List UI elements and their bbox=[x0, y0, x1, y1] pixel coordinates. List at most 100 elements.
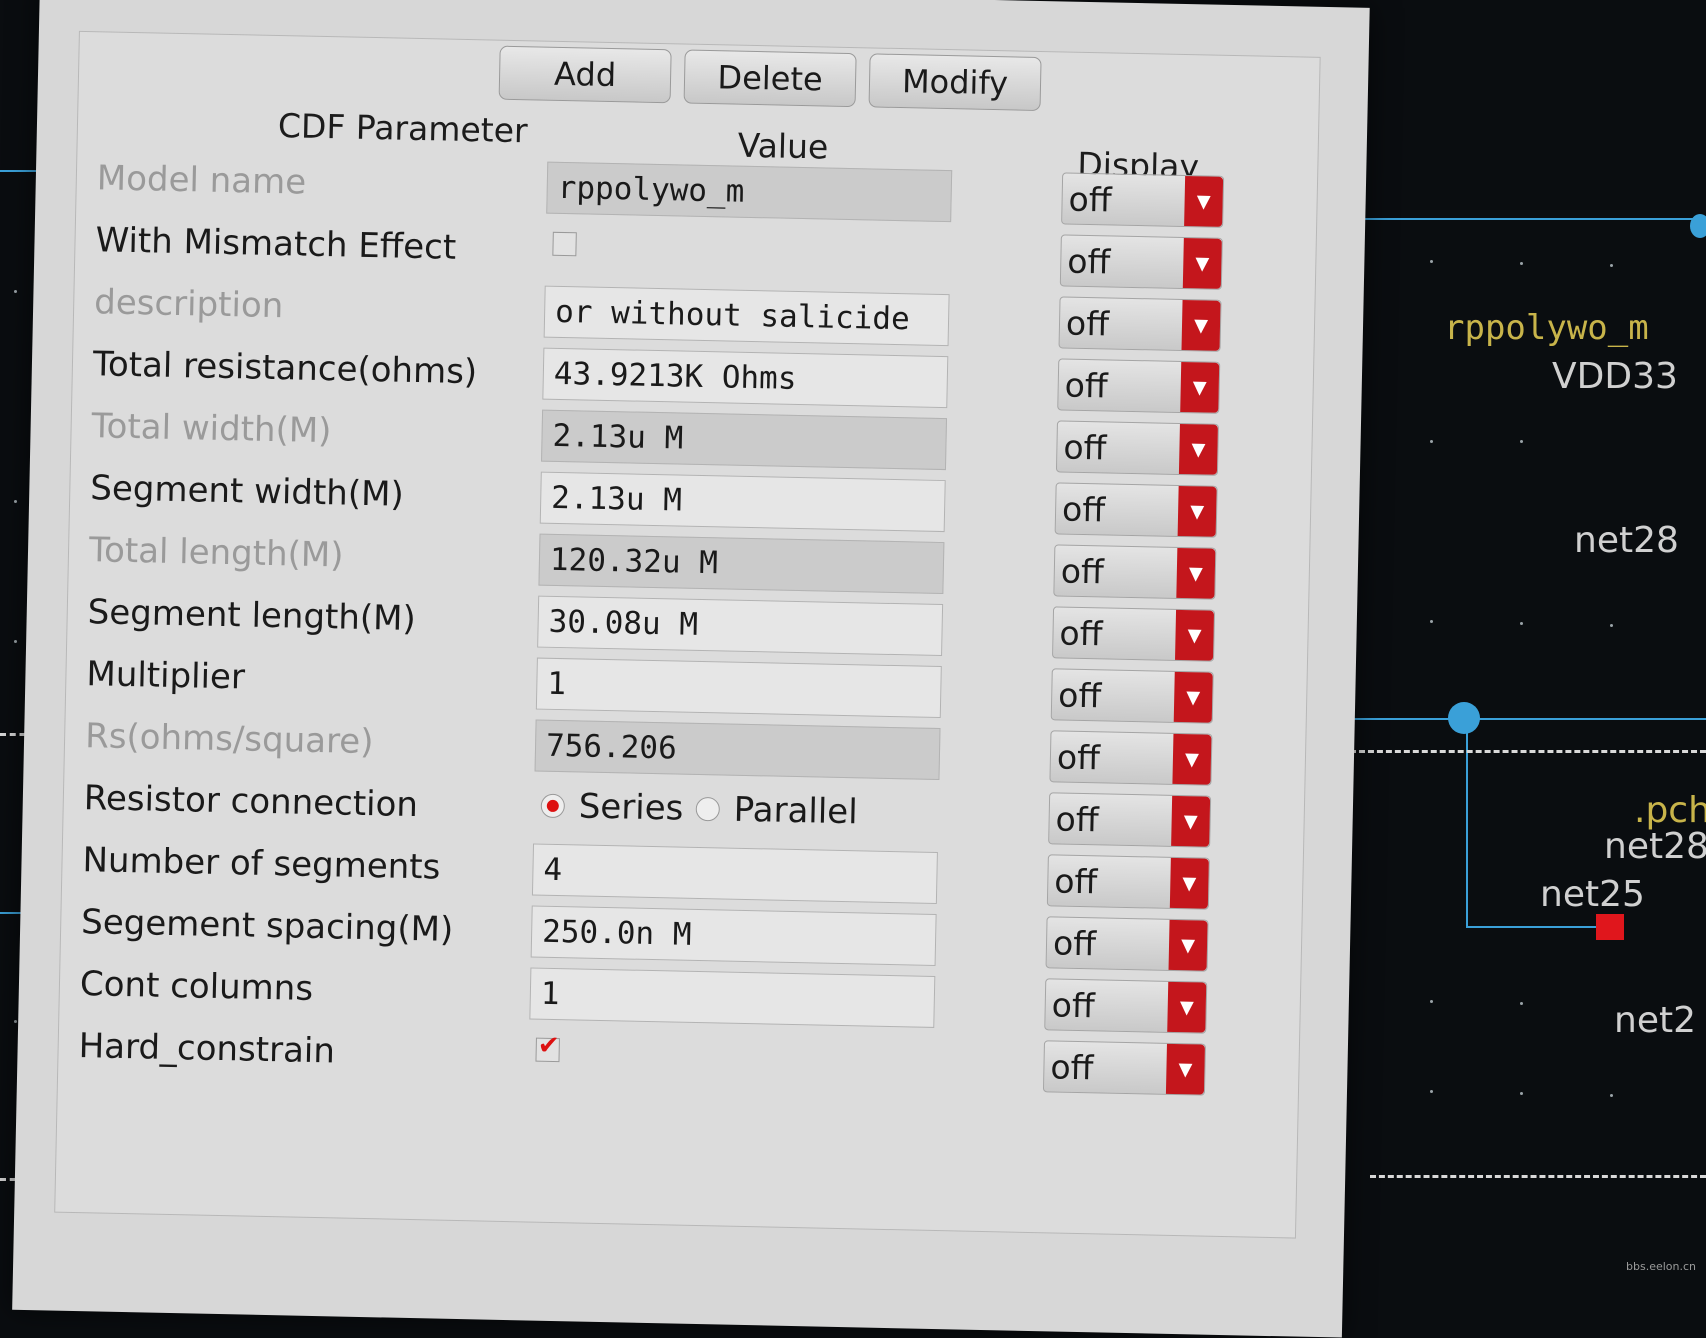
series-radio[interactable] bbox=[540, 793, 566, 819]
display-value: off bbox=[1056, 737, 1101, 778]
grid-dot bbox=[14, 640, 17, 643]
param-label: Total length(M) bbox=[88, 530, 344, 576]
grid-dot bbox=[1430, 260, 1433, 263]
display-value: off bbox=[1052, 923, 1097, 964]
param-label: Segment width(M) bbox=[89, 468, 405, 515]
grid-dot bbox=[14, 290, 17, 293]
number-of-segments-field[interactable]: 4 bbox=[531, 843, 938, 904]
wire bbox=[1350, 718, 1706, 720]
wire bbox=[1330, 218, 1706, 220]
cont-columns-field[interactable]: 1 bbox=[529, 967, 936, 1028]
dropdown-arrow-icon[interactable]: ▼ bbox=[1184, 176, 1224, 227]
display-value: off bbox=[1057, 675, 1102, 716]
display-select[interactable]: off ▼ bbox=[1053, 544, 1217, 600]
display-select[interactable]: off ▼ bbox=[1057, 358, 1221, 414]
dropdown-arrow-icon[interactable]: ▼ bbox=[1176, 547, 1216, 599]
param-label: Multiplier bbox=[86, 654, 246, 698]
param-label: Hard_constrain bbox=[78, 1026, 336, 1072]
dropdown-arrow-icon[interactable]: ▼ bbox=[1182, 238, 1222, 289]
display-select[interactable]: off ▼ bbox=[1046, 854, 1210, 910]
dropdown-arrow-icon[interactable]: ▼ bbox=[1173, 671, 1213, 723]
total-resistance-field[interactable]: 43.9213K Ohms bbox=[542, 347, 949, 409]
supply-label: VDD33 bbox=[1552, 356, 1678, 397]
display-value: off bbox=[1060, 551, 1105, 592]
display-select[interactable]: off ▼ bbox=[1044, 978, 1208, 1034]
display-select[interactable]: off ▼ bbox=[1059, 234, 1223, 290]
description-field[interactable]: or without salicide bbox=[543, 285, 950, 347]
display-select[interactable]: off ▼ bbox=[1058, 296, 1222, 352]
grid-dot bbox=[14, 1020, 17, 1023]
net-label: net28 bbox=[1574, 520, 1679, 561]
net-node[interactable] bbox=[1690, 214, 1706, 238]
total-length-field[interactable]: 120.32u M bbox=[538, 533, 945, 595]
delete-button[interactable]: Delete bbox=[683, 49, 857, 108]
grid-dot bbox=[1430, 620, 1433, 623]
multiplier-field[interactable]: 1 bbox=[535, 657, 942, 719]
add-button[interactable]: Add bbox=[498, 45, 672, 104]
parallel-radio[interactable] bbox=[695, 796, 721, 822]
net-node[interactable] bbox=[1448, 702, 1480, 734]
param-label: Resistor connection bbox=[83, 778, 419, 826]
dropdown-arrow-icon[interactable]: ▼ bbox=[1167, 981, 1207, 1033]
segment-width-field[interactable]: 2.13u M bbox=[539, 471, 946, 533]
display-value: off bbox=[1051, 985, 1096, 1026]
grid-dot bbox=[1610, 624, 1613, 627]
dropdown-arrow-icon[interactable]: ▼ bbox=[1172, 733, 1212, 785]
grid-dot bbox=[1430, 440, 1433, 443]
dropdown-arrow-icon[interactable]: ▼ bbox=[1177, 485, 1217, 537]
display-select[interactable]: off ▼ bbox=[1061, 172, 1225, 228]
parallel-radio-label[interactable]: Parallel bbox=[733, 790, 858, 833]
edit-properties-dialog: Add Delete Modify CDF Parameter Value Di… bbox=[12, 0, 1370, 1338]
net-label: net2 bbox=[1614, 1000, 1696, 1041]
hard-constrain-checkbox[interactable]: ✔ bbox=[535, 1031, 560, 1063]
display-select[interactable]: off ▼ bbox=[1042, 1040, 1206, 1096]
display-value: off bbox=[1055, 799, 1099, 840]
total-width-field[interactable]: 2.13u M bbox=[541, 409, 948, 471]
pch-label: .pch bbox=[1634, 790, 1706, 831]
param-label: description bbox=[93, 282, 284, 327]
dropdown-arrow-icon[interactable]: ▼ bbox=[1178, 423, 1218, 475]
rs-field[interactable]: 756.206 bbox=[534, 719, 941, 781]
segment-length-field[interactable]: 30.08u M bbox=[537, 595, 944, 657]
grid-dot bbox=[1520, 1002, 1523, 1005]
dropdown-arrow-icon[interactable]: ▼ bbox=[1169, 857, 1209, 909]
param-label: With Mismatch Effect bbox=[95, 220, 457, 268]
param-label: Model name bbox=[96, 158, 307, 203]
header-value: Value bbox=[737, 125, 829, 167]
display-value: off bbox=[1065, 303, 1110, 344]
instance-name-label: rppolywo_m bbox=[1444, 308, 1649, 348]
param-label: Total width(M) bbox=[91, 406, 332, 452]
dropdown-arrow-icon[interactable]: ▼ bbox=[1175, 609, 1215, 661]
display-select[interactable]: off ▼ bbox=[1045, 916, 1209, 972]
segment-spacing-field[interactable]: 250.0n M bbox=[530, 905, 937, 966]
display-value: off bbox=[1063, 427, 1107, 468]
display-select[interactable]: off ▼ bbox=[1048, 792, 1212, 848]
grid-dot bbox=[14, 500, 17, 503]
mismatch-checkbox[interactable] bbox=[552, 231, 577, 257]
dropdown-arrow-icon[interactable]: ▼ bbox=[1168, 919, 1208, 971]
param-label: Total resistance(ohms) bbox=[92, 344, 478, 393]
grid-dot bbox=[1610, 264, 1613, 267]
display-value: off bbox=[1050, 1047, 1094, 1088]
param-label: Rs(ohms/square) bbox=[84, 716, 374, 763]
display-select[interactable]: off ▼ bbox=[1054, 482, 1218, 538]
series-radio-label[interactable]: Series bbox=[578, 786, 683, 828]
display-select[interactable]: off ▼ bbox=[1049, 730, 1213, 786]
dropdown-arrow-icon[interactable]: ▼ bbox=[1171, 795, 1211, 847]
model-name-field[interactable]: rppolywo_m bbox=[546, 161, 953, 223]
display-value: off bbox=[1066, 241, 1111, 282]
display-value: off bbox=[1053, 861, 1098, 902]
grid-dot bbox=[1520, 262, 1523, 265]
dropdown-arrow-icon[interactable]: ▼ bbox=[1181, 299, 1221, 351]
display-select[interactable]: off ▼ bbox=[1050, 668, 1214, 724]
display-select[interactable]: off ▼ bbox=[1055, 420, 1219, 476]
param-label: Cont columns bbox=[79, 964, 314, 1009]
display-select[interactable]: off ▼ bbox=[1052, 606, 1216, 662]
pin-marker[interactable] bbox=[1596, 914, 1624, 940]
modify-button[interactable]: Modify bbox=[868, 53, 1042, 111]
dropdown-arrow-icon[interactable]: ▼ bbox=[1180, 361, 1220, 413]
dropdown-arrow-icon[interactable]: ▼ bbox=[1165, 1043, 1205, 1095]
display-value: off bbox=[1059, 613, 1103, 654]
cdf-parameter-panel: Add Delete Modify CDF Parameter Value Di… bbox=[54, 30, 1321, 1239]
param-label: Number of segments bbox=[82, 840, 441, 888]
